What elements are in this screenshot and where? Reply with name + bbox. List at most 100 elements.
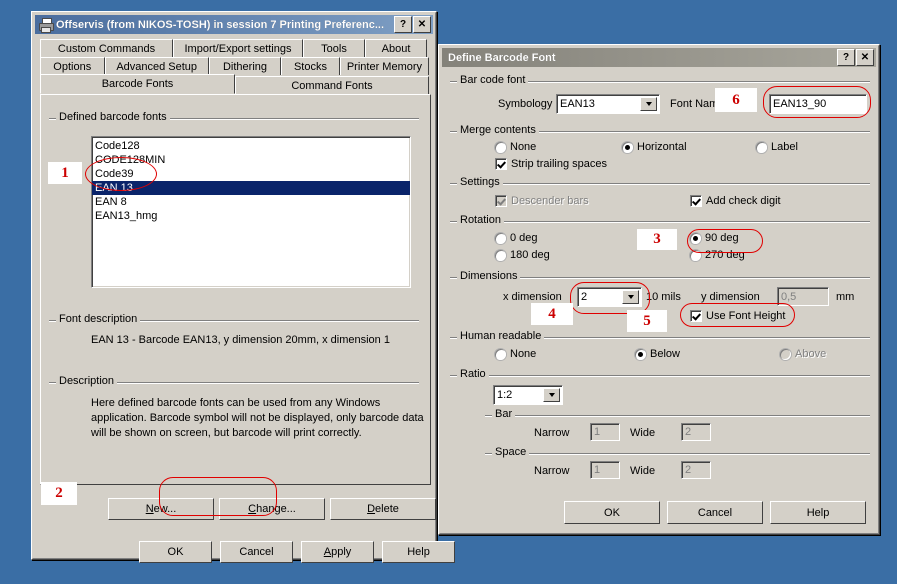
ok-button[interactable]: OK xyxy=(139,541,212,563)
list-item[interactable]: Code128 xyxy=(92,139,410,153)
printer-icon xyxy=(38,17,53,32)
checkbox-box xyxy=(495,158,507,170)
tab-row-3: Barcode Fonts Command Fonts xyxy=(40,75,429,94)
group-border xyxy=(450,375,870,377)
list-item-ean13-selected[interactable]: EAN 13 xyxy=(92,181,410,195)
group-border xyxy=(450,221,870,223)
annotation-number-2: 2 xyxy=(41,482,77,505)
define-cancel-button[interactable]: Cancel xyxy=(667,501,763,524)
add-check-digit-checkbox[interactable]: Add check digit xyxy=(690,195,781,207)
group-label: Ratio xyxy=(457,368,489,381)
human-readable-none-radio[interactable]: None xyxy=(495,348,536,360)
apply-button[interactable]: Apply xyxy=(301,541,374,563)
description-line-3: will be shown on screen, but barcode wil… xyxy=(91,427,362,439)
rotation-180-deg-radio[interactable]: 180 deg xyxy=(495,249,550,261)
radio-dot xyxy=(495,349,506,360)
tab-label: Stocks xyxy=(294,61,327,73)
symbology-combo[interactable]: EAN13 xyxy=(556,94,660,114)
group-label: Font description xyxy=(56,313,140,326)
human-readable-above-radio: Above xyxy=(780,348,826,360)
defined-barcode-fonts-listbox[interactable]: Code128 CODE128MIN Code39 EAN 13 EAN 8 E… xyxy=(91,136,411,288)
x-dimension-unit: 10 mils xyxy=(646,291,681,303)
help-titlebar-button[interactable]: ? xyxy=(394,16,412,33)
merge-none-radio[interactable]: None xyxy=(495,141,536,153)
tab-tools[interactable]: Tools xyxy=(303,39,365,57)
chevron-down-icon[interactable] xyxy=(543,388,560,402)
radio-label: Label xyxy=(771,141,798,153)
rotation-270-deg-radio[interactable]: 270 deg xyxy=(690,249,745,261)
tab-import-export-settings[interactable]: Import/Export settings xyxy=(173,39,303,57)
tab-advanced-setup[interactable]: Advanced Setup xyxy=(105,57,209,75)
list-item[interactable]: Code39 xyxy=(92,167,410,181)
delete-button-label: Delete xyxy=(367,503,399,515)
group-label: Description xyxy=(56,375,117,388)
symbology-value: EAN13 xyxy=(560,98,595,110)
group-border xyxy=(450,183,870,185)
use-font-height-checkbox[interactable]: Use Font Height xyxy=(690,310,785,322)
define-cancel-label: Cancel xyxy=(698,507,732,519)
tab-options[interactable]: Options xyxy=(40,57,105,75)
rotation-0-deg-radio[interactable]: 0 deg xyxy=(495,232,538,244)
define-help-button[interactable]: Help xyxy=(770,501,866,524)
list-item[interactable]: CODE128MIN xyxy=(92,153,410,167)
ratio-combo[interactable]: 1:2 xyxy=(493,385,563,405)
group-label: Settings xyxy=(457,176,503,189)
font-name-field[interactable]: EAN13_90 xyxy=(769,94,867,114)
group-label: Bar code font xyxy=(457,74,528,87)
checkbox-label: Descender bars xyxy=(511,195,589,207)
barcode-fonts-page: Defined barcode fonts Code128 CODE128MIN… xyxy=(40,94,431,485)
merge-label-radio[interactable]: Label xyxy=(756,141,798,153)
y-dimension-value: 0,5 xyxy=(781,291,796,303)
checkbox-label: Add check digit xyxy=(706,195,781,207)
checkbox-box xyxy=(690,195,702,207)
main-titlebar[interactable]: Offservis (from NIKOS-TOSH) in session 7… xyxy=(35,15,433,34)
tab-label: Command Fonts xyxy=(291,80,372,92)
chevron-down-icon[interactable] xyxy=(622,290,639,304)
human-readable-below-radio[interactable]: Below xyxy=(635,348,680,360)
new-button[interactable]: New... xyxy=(108,498,214,520)
define-titlebar[interactable]: Define Barcode Font ? ✕ xyxy=(442,48,876,67)
bar-narrow-label: Narrow xyxy=(534,427,569,439)
merge-horizontal-radio[interactable]: Horizontal xyxy=(622,141,687,153)
checkbox-box xyxy=(495,195,507,207)
help-button-label: Help xyxy=(407,546,430,558)
radio-dot xyxy=(780,349,791,360)
tab-about[interactable]: About xyxy=(365,39,427,57)
list-item[interactable]: EAN 8 xyxy=(92,195,410,209)
radio-label: Above xyxy=(795,348,826,360)
tab-stocks[interactable]: Stocks xyxy=(281,57,340,75)
help-titlebar-button[interactable]: ? xyxy=(837,49,855,66)
tab-custom-commands[interactable]: Custom Commands xyxy=(40,39,173,57)
rotation-90-deg-radio[interactable]: 90 deg xyxy=(690,232,739,244)
help-button[interactable]: Help xyxy=(382,541,455,563)
list-item[interactable]: EAN13_hmg xyxy=(92,209,410,223)
radio-dot xyxy=(690,233,701,244)
tab-barcode-fonts[interactable]: Barcode Fonts xyxy=(40,74,235,94)
radio-label: 180 deg xyxy=(510,249,550,261)
checkbox-box xyxy=(690,310,702,322)
space-wide-label: Wide xyxy=(630,465,655,477)
radio-dot xyxy=(635,349,646,360)
chevron-down-icon[interactable] xyxy=(640,97,657,111)
cancel-button[interactable]: Cancel xyxy=(220,541,293,563)
y-dimension-label: y dimension xyxy=(701,291,760,303)
tab-printer-memory[interactable]: Printer Memory xyxy=(340,57,429,75)
group-border xyxy=(485,453,870,455)
close-icon[interactable]: ✕ xyxy=(856,49,874,66)
tab-dithering[interactable]: Dithering xyxy=(209,57,281,75)
description-line-1: Here defined barcode fonts can be used f… xyxy=(91,397,380,409)
group-label: Bar xyxy=(492,408,515,421)
radio-dot xyxy=(495,250,506,261)
change-button[interactable]: Change... xyxy=(219,498,325,520)
radio-label: 270 deg xyxy=(705,249,745,261)
define-ok-button[interactable]: OK xyxy=(564,501,660,524)
x-dimension-combo[interactable]: 2 xyxy=(577,287,642,307)
delete-button[interactable]: Delete xyxy=(330,498,436,520)
define-barcode-font-dialog: Define Barcode Font ? ✕ Bar code font Sy… xyxy=(438,44,880,535)
tab-command-fonts[interactable]: Command Fonts xyxy=(235,76,429,94)
define-window-title: Define Barcode Font xyxy=(445,52,836,64)
space-narrow-field: 1 xyxy=(590,461,620,479)
bar-wide-label: Wide xyxy=(630,427,655,439)
close-icon[interactable]: ✕ xyxy=(413,16,431,33)
strip-trailing-spaces-checkbox[interactable]: Strip trailing spaces xyxy=(495,158,607,170)
